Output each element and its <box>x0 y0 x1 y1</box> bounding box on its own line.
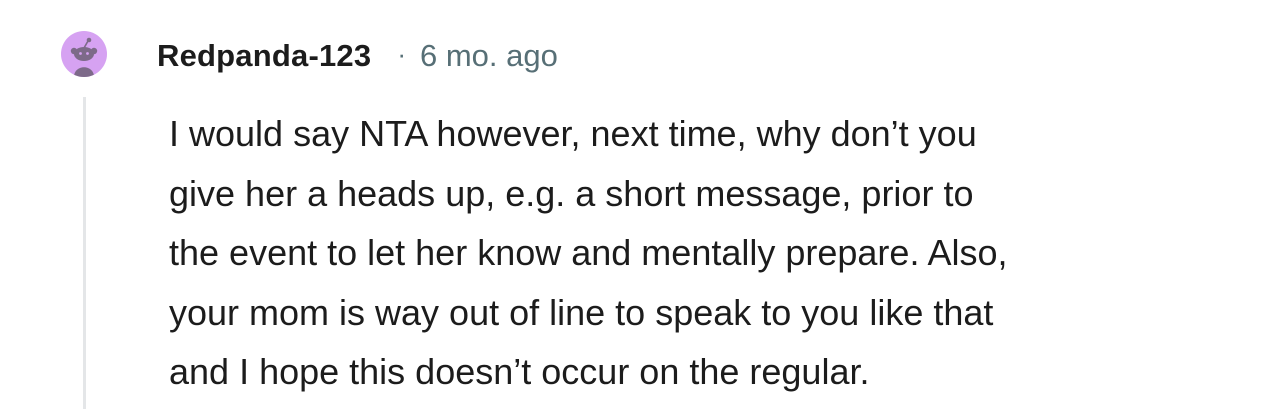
comment-body-line: give her a heads up, e.g. a short messag… <box>169 172 974 214</box>
comment-body: I would say NTA however, next time, why … <box>169 104 1249 402</box>
meta-separator: · <box>397 38 406 69</box>
comment-meta: Redpanda-123 · 6 mo. ago <box>157 36 558 76</box>
comment-timestamp[interactable]: 6 mo. ago <box>420 38 558 74</box>
comment: Redpanda-123 · 6 mo. ago I would say NTA… <box>0 0 1284 409</box>
comment-body-line: I would say NTA however, next time, why … <box>169 113 977 154</box>
comment-body-line: your mom is way out of line to speak to … <box>169 291 994 333</box>
thread-collapse-line[interactable] <box>83 97 86 409</box>
comment-body-line: and I hope this doesn’t occur on the reg… <box>169 351 870 392</box>
author-username[interactable]: Redpanda-123 <box>157 38 371 74</box>
comment-body-line: the event to let her know and mentally p… <box>169 232 1008 273</box>
snoo-avatar-icon <box>70 37 98 77</box>
user-avatar[interactable] <box>61 31 107 77</box>
